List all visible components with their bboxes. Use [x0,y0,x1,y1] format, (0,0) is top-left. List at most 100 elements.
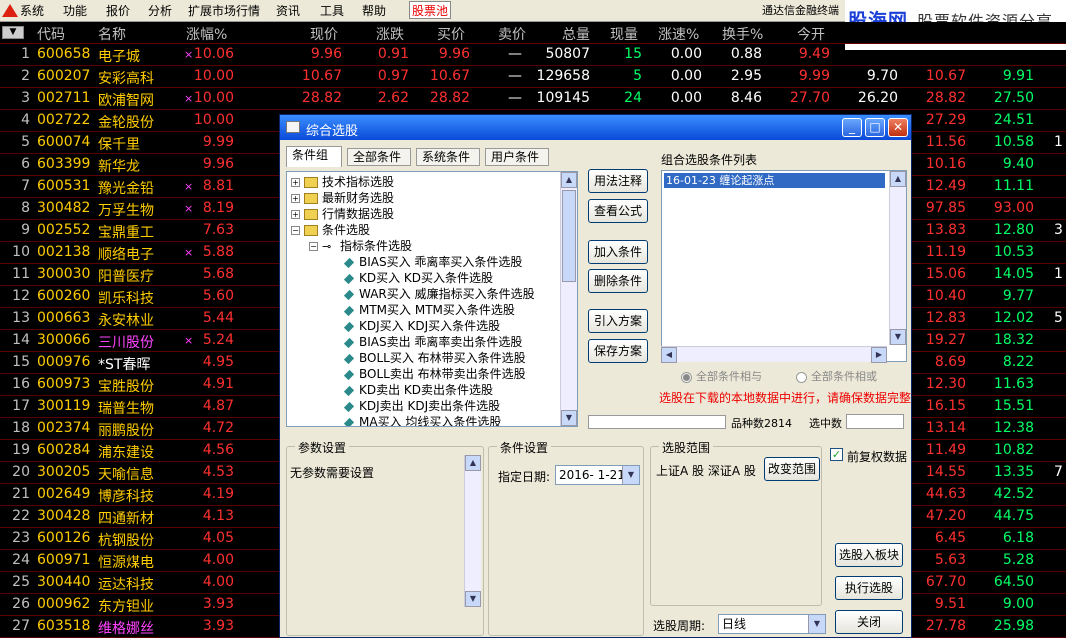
menu-item[interactable]: 股票池 [409,1,452,19]
rehab-label: 前复权数据 [847,450,908,464]
tree-node[interactable]: MTM买入 MTM买入条件选股 [343,302,515,318]
tree-node[interactable]: BIAS卖出 乖离率卖出条件选股 [343,334,522,350]
column-header[interactable]: 代码 [37,24,65,44]
cell-n: 10 [12,244,30,260]
close-window-button[interactable]: ✕ [888,118,908,137]
change-range-button[interactable]: 改变范围 [764,457,820,481]
column-header[interactable]: 现价 [310,24,338,44]
tree-node[interactable]: − 条件选股 [291,222,370,238]
cell-name: 东方钽业 [98,599,154,615]
tree-node[interactable]: + 最新财务选股 [291,190,394,206]
save-plan-button[interactable]: 保存方案 [588,339,648,363]
table-row[interactable]: 3 002711 欧浦智网 × 10.00 28.82 2.62 28.82—109145 24… [0,88,1066,110]
condition-tree[interactable]: + 技术指标选股 + 最新财务选股 + 行情数据选股 − 条件选股 − ⊸ 指标条件选股 BIAS买入… [286,171,578,427]
cell-chg: 4.53 [202,464,234,480]
menu-item[interactable]: 帮助 [362,2,386,20]
scroll-down-icon[interactable]: ▼ [890,329,906,345]
radio-all-and[interactable]: 全部条件相与 [681,368,762,384]
cell-low: 9.00 [1002,596,1034,612]
cell-open: 9.99 [798,68,830,84]
column-header[interactable]: 换手% [722,24,763,44]
menu-item[interactable]: 扩展市场行情 [188,2,260,20]
date-label: 指定日期: [498,470,551,484]
table-row[interactable]: 2 600207 安彩高科 10.00 10.67 0.97 10.67 — 129658 5 0.… [0,66,1066,88]
add-condition-button[interactable]: 加入条件 [588,240,648,264]
column-header[interactable]: 买价 [437,24,465,44]
list-hscrollbar[interactable]: ◀ ▶ [661,346,887,363]
tree-node[interactable]: + 行情数据选股 [291,206,394,222]
scroll-up-icon[interactable]: ▲ [465,455,481,471]
menu-item[interactable]: 工具 [320,2,344,20]
column-header[interactable]: 卖价 [498,24,526,44]
param-scrollbar[interactable]: ▲ ▼ [464,455,481,607]
tree-node[interactable]: KD买入 KD买入条件选股 [343,270,493,286]
expand-icon[interactable]: + [291,178,300,187]
column-header[interactable]: 涨幅% [186,24,227,44]
view-formula-button[interactable]: 查看公式 [588,199,648,223]
date-picker[interactable]: 2016- 1-21 ▼ [555,465,640,485]
menu-item[interactable]: 功能 [63,2,87,20]
cell-prev: 26.20 [857,90,898,106]
tree-node[interactable]: BOLL买入 布林带买入条件选股 [343,350,526,366]
column-header[interactable]: 现量 [610,24,638,44]
menu-item[interactable]: 资讯 [276,2,300,20]
tree-node-label: 条件选股 [322,223,371,237]
column-header[interactable]: 涨跌 [376,24,404,44]
cell-chg: 8.19 [202,200,234,216]
radio-all-or[interactable]: 全部条件相或 [796,368,877,384]
tab-0[interactable]: 条件组 [286,146,342,167]
tab-1[interactable]: 全部条件 [347,148,411,166]
scroll-up-icon[interactable]: ▲ [890,171,906,187]
period-select[interactable]: 日线 ▼ [718,614,826,634]
tree-node[interactable]: KDJ卖出 KDJ卖出条件选股 [343,398,500,414]
list-item[interactable]: 16-01-23 缠论起涨点 [664,173,885,188]
expand-icon[interactable]: − [309,242,318,251]
cell-name: 杭钢股份 [98,533,154,549]
table-row[interactable]: 1 600658 电子城 × 10.06 9.96 0.91 9.96—50807 15 0.00… [0,44,1066,66]
expand-icon[interactable]: + [291,210,300,219]
expand-icon[interactable]: − [291,226,300,235]
tree-node[interactable]: BOLL卖出 布林带卖出条件选股 [343,366,526,382]
minimize-button[interactable]: _ [842,118,862,137]
cell-high: 27.29 [925,112,966,128]
tree-node[interactable]: WAR买入 威廉指标买入条件选股 [343,286,535,302]
execute-screen-button[interactable]: 执行选股 [835,576,903,600]
scroll-right-icon[interactable]: ▶ [871,347,887,363]
tree-node[interactable]: KD卖出 KD卖出条件选股 [343,382,493,398]
scroll-down-icon[interactable]: ▼ [465,591,481,607]
tree-scrollbar[interactable]: ▲ ▼ [560,172,577,426]
dropdown-arrow-icon[interactable]: ▼ [808,615,825,633]
tree-node[interactable]: KDJ买入 KDJ买入条件选股 [343,318,500,334]
column-header[interactable]: 今开 [797,24,825,44]
close-button[interactable]: 关闭 [835,610,903,634]
tree-node[interactable]: + 技术指标选股 [291,174,394,190]
import-plan-button[interactable]: 引入方案 [588,309,648,333]
column-menu-icon[interactable]: ▼ [2,26,24,39]
tree-node[interactable]: − ⊸ 指标条件选股 [309,238,412,254]
expand-icon[interactable]: + [291,194,300,203]
cell-code: 000976 [37,354,91,370]
delete-condition-button[interactable]: 删除条件 [588,269,648,293]
menu-item[interactable]: 分析 [148,2,172,20]
usage-notes-button[interactable]: 用法注释 [588,169,648,193]
tree-node[interactable]: BIAS买入 乖离率买入条件选股 [343,254,522,270]
column-header[interactable]: 总量 [562,24,590,44]
dropdown-arrow-icon[interactable]: ▼ [622,466,639,484]
tree-node[interactable]: MA买入 均线买入条件选股 [343,414,501,426]
column-header[interactable]: 名称 [98,24,126,44]
tab-3[interactable]: 用户条件 [485,148,549,166]
tab-2[interactable]: 系统条件 [416,148,480,166]
maximize-button[interactable]: □ [865,118,885,137]
scroll-up-icon[interactable]: ▲ [561,172,577,188]
scroll-left-icon[interactable]: ◀ [661,347,677,363]
dialog-titlebar[interactable]: 综合选股 _ □ ✕ [280,115,911,140]
add-to-board-button[interactable]: 选股入板块 [835,543,903,567]
combined-condition-list[interactable]: 16-01-23 缠论起涨点 ▲ ▼ [661,170,907,362]
menu-item[interactable]: 系统 [20,2,44,20]
rehab-checkbox[interactable]: ✓ [830,448,843,461]
column-header[interactable]: 涨速% [658,24,699,44]
menu-item[interactable]: 报价 [106,2,130,20]
scroll-down-icon[interactable]: ▼ [561,410,577,426]
scroll-thumb[interactable] [562,190,576,282]
list-scrollbar[interactable]: ▲ ▼ [889,171,906,345]
